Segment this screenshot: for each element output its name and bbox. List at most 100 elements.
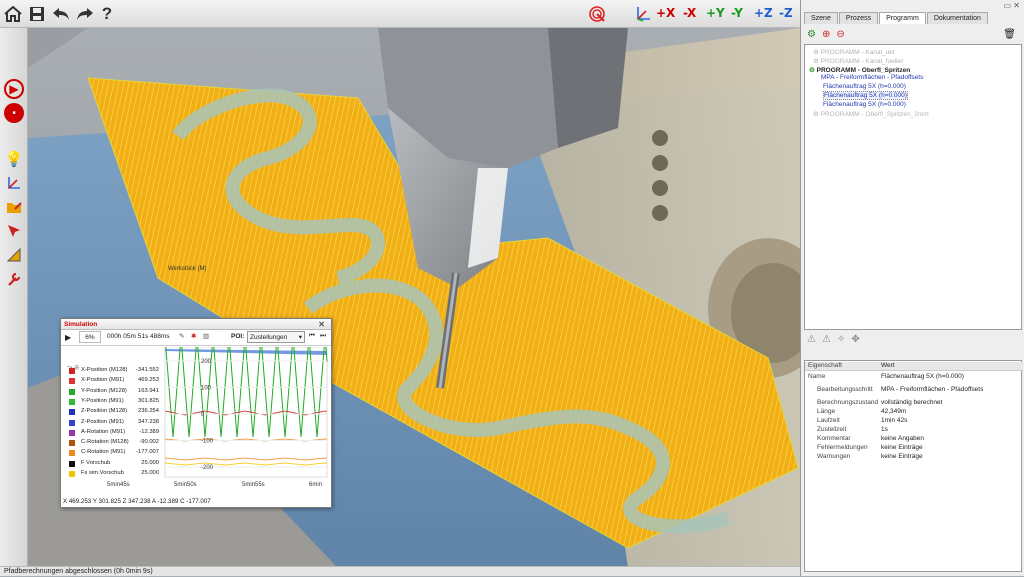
window-controls: ▭ ✕ (1004, 1, 1021, 10)
tree-item[interactable]: ⚙ PROGRAMM - Kanal_fueller (813, 57, 903, 65)
tree-item[interactable]: Flächenauftrag 5X (h=0.000) (823, 101, 906, 108)
tree-item-label: PROGRAMM - Oberfl_Spritzen_2mm (820, 110, 929, 118)
play-simulation-icon[interactable]: ▶ (4, 79, 24, 99)
tab-szene[interactable]: Szene (804, 12, 838, 24)
coordinate-icon[interactable] (4, 173, 24, 193)
zoom-out-icon[interactable]: ⊖ (836, 29, 844, 41)
legend-entry[interactable]: C-Rotation (M91) -177.007 (65, 448, 165, 458)
poi-select[interactable]: Zustellungen ▾ (247, 331, 305, 343)
caution-icon[interactable]: ⚠ (822, 334, 831, 345)
legend-value: -90.002 (139, 439, 159, 446)
tree-item-label: PROGRAMM - Kanal_ukt (820, 49, 895, 56)
bulb-icon[interactable]: 💡 (4, 149, 24, 169)
wrench-icon[interactable] (4, 269, 24, 289)
legend-name: A-Rotation (M91) (81, 428, 126, 435)
tree-item-label: Flächenauftrag 5X (h=0.000) (823, 83, 906, 91)
status-text: Pfadberechnungen abgeschlossen (0h 0min … (4, 568, 153, 575)
tree-item[interactable]: ⚙ PROGRAMM - Oberfl_Spritzen_2mm (813, 110, 929, 118)
pipette-icon[interactable]: ✎ (179, 332, 184, 340)
delete-icon[interactable]: 🗑 (1003, 29, 1016, 40)
skip-back-icon[interactable]: ⏮ (309, 332, 315, 340)
tree-item[interactable]: ⚙ PROGRAMM - Oberfl_Spritzen (809, 66, 910, 74)
play-icon[interactable]: ▶ (65, 333, 71, 342)
legend-entry[interactable]: C-Rotation (M128) -90.002 (65, 438, 165, 448)
legend-swatch (69, 429, 75, 436)
legend-entry[interactable]: F Vorschub 25.000 (65, 459, 165, 469)
cursor-tool-icon[interactable] (4, 221, 24, 241)
legend-name: C-Rotation (M91) (81, 449, 126, 456)
tree-item[interactable]: MPA - Freiformflächen - Pfadoffsets (821, 74, 923, 81)
move-icon[interactable]: ✥ (851, 334, 859, 345)
home-icon[interactable] (2, 3, 24, 25)
property-value: MPA - Freiformflächen - Pfadoffsets (881, 386, 984, 393)
axis-minus-z-button[interactable]: -Z (779, 6, 793, 20)
stop-icon[interactable]: ■ (4, 103, 24, 123)
axis-minus-x-button[interactable]: -X (683, 6, 696, 20)
legend-entry[interactable]: Z-Position (M91) 347.238 (65, 418, 165, 428)
legend-entry[interactable]: Fs sim.Vorschub 25.000 (65, 469, 165, 479)
close-icon[interactable]: ✕ (318, 319, 325, 330)
legend-swatch (69, 388, 75, 395)
legend-name: Y-Position (M128) (81, 387, 127, 394)
properties-header-key: Eigenschaft (808, 362, 842, 369)
help-icon[interactable]: ? (96, 3, 118, 25)
property-key: Länge (817, 408, 836, 415)
legend-entry[interactable]: Y-Position (M91) 301.825 (65, 397, 165, 407)
tree-item[interactable]: Flächenauftrag 5X (h=0.000) (823, 91, 908, 100)
axis-plus-y-button[interactable]: +Y (706, 6, 725, 20)
undo-icon[interactable] (50, 3, 72, 25)
tab-prozess[interactable]: Prozess (838, 12, 879, 24)
legend-entry[interactable]: X-Position (M91) 469.253 (65, 376, 165, 386)
property-key: Kommentar (817, 435, 851, 442)
save-icon[interactable] (26, 3, 48, 25)
speed-field[interactable]: 6% (79, 331, 101, 343)
program-status-icon: ⚙ (813, 110, 821, 118)
property-row: Berechnungszustand vollständig berechnet (805, 399, 1023, 408)
minimize-icon[interactable]: ▭ (1004, 1, 1012, 10)
legend-entry[interactable]: A-Rotation (M91) -12.389 (65, 428, 165, 438)
axis-plus-z-button[interactable]: +Z (754, 6, 773, 20)
redo-icon[interactable] (74, 3, 96, 25)
chart-mode-icon[interactable]: ⤳ ⊕ (67, 364, 79, 372)
tree-item-label: PROGRAMM - Oberfl_Spritzen (816, 66, 911, 74)
legend-value: 163.941 (138, 387, 159, 394)
legend-value: 347.238 (138, 418, 159, 425)
tab-dokumentation[interactable]: Dokumentation (926, 12, 988, 24)
info-icon[interactable]: ✧ (837, 334, 845, 345)
close-panel-icon[interactable]: ✕ (1013, 1, 1020, 10)
left-toolbar: ▶ ■ 💡 (0, 28, 28, 568)
program-status-icon: ⚙ (813, 49, 821, 56)
workpiece-label: Werkstück (M) (168, 266, 207, 272)
tab-programm[interactable]: Programm (879, 12, 926, 24)
measure-icon[interactable] (4, 245, 24, 265)
legend-name: Z-Position (M91) (81, 418, 124, 425)
folder-tool-icon[interactable] (4, 197, 24, 217)
tree-item[interactable]: Flächenauftrag 5X (h=0.000) (823, 83, 906, 90)
axis-minus-y-button[interactable]: -Y (731, 6, 743, 20)
add-program-icon[interactable]: ⚙ (807, 29, 816, 41)
axis-plus-x-button[interactable]: +X (656, 6, 675, 20)
warning-icon[interactable]: ⚠ (807, 334, 816, 345)
x-tick-label: 5min45s (107, 482, 130, 488)
zoom-in-icon[interactable]: ⊕ (822, 29, 830, 41)
axis-system-icon[interactable] (632, 3, 654, 25)
legend-entry[interactable]: X-Position (M128) -341.552 (65, 366, 165, 376)
skip-forward-icon[interactable]: ⏭ (320, 332, 326, 340)
property-key: Laufzeit (817, 417, 840, 424)
legend-entry[interactable]: Y-Position (M128) 163.941 (65, 387, 165, 397)
tree-item[interactable]: ⚙ PROGRAMM - Kanal_ukt (813, 48, 894, 56)
x-tick-label: 6min (309, 482, 322, 488)
legend-swatch (69, 440, 75, 447)
legend-value: 469.253 (138, 377, 159, 384)
properties-header: Eigenschaft Wert (805, 362, 1023, 371)
simulation-title: Simulation (64, 321, 98, 328)
spray-tool-icon[interactable] (586, 3, 608, 25)
tree-item-label: PROGRAMM - Kanal_fueller (820, 57, 904, 65)
collision-icon[interactable]: ✱ (191, 332, 196, 340)
legend-entry[interactable]: Z-Position (M128) 236.254 (65, 407, 165, 417)
legend-name: Fs sim.Vorschub (81, 470, 124, 476)
legend-name: C-Rotation (M128) (81, 439, 129, 446)
x-tick-label: 5min55s (242, 482, 265, 488)
chart-toggle-icon[interactable]: ▥ (203, 332, 209, 340)
legend-value: 25.000 (141, 459, 159, 466)
